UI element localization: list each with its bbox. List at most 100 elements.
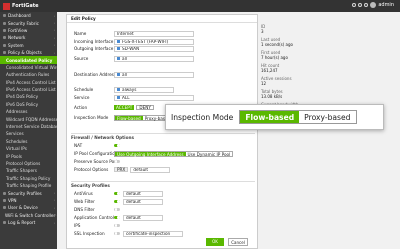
callout-label: Inspection Mode <box>171 112 234 122</box>
sidebar-item[interactable]: Internet Service Database <box>0 123 57 130</box>
dynamic-pool-option[interactable]: Use Dynamic IP Pool <box>186 152 233 157</box>
profile-row: Web Filter default <box>74 198 254 205</box>
source-select[interactable]: all <box>114 55 194 62</box>
sidebar-item[interactable]: IPv4 DoS Policy <box>0 93 57 100</box>
service-select[interactable]: ALL <box>114 94 194 101</box>
ip-pool-toggle[interactable]: Use Outgoing Interface Address Use Dynam… <box>114 150 234 157</box>
outgoing-label: Outgoing Interface <box>74 46 114 51</box>
sidebar-item[interactable]: Dashboard › <box>0 12 57 19</box>
ok-button[interactable]: OK <box>206 238 224 246</box>
sidebar-item[interactable]: FortiView › <box>0 27 57 34</box>
sidebar-item[interactable]: Authentication Rules <box>0 71 57 78</box>
sidebar-item[interactable]: System › <box>0 42 57 49</box>
protocol-options-select[interactable]: default <box>130 166 171 173</box>
sidebar-item[interactable]: IPv4 Access Control List <box>0 79 57 86</box>
sidebar-item[interactable]: Traffic Shaping Policy <box>0 175 57 182</box>
callout-inspection-toggle[interactable]: Flow-based Proxy-based <box>239 110 357 124</box>
sidebar-item[interactable]: Security Profiles › <box>0 189 57 196</box>
address-icon <box>117 73 120 76</box>
profile-toggle[interactable] <box>114 231 120 236</box>
sidebar-item-label: Authentication Rules <box>6 72 50 78</box>
sidebar-item[interactable]: VPN › <box>0 197 57 204</box>
info-item: ID 3 <box>261 24 341 34</box>
sidebar-item[interactable]: Consolidated Policy <box>0 56 57 64</box>
sidebar-item[interactable]: Services <box>0 130 57 137</box>
chevron-right-icon: › <box>53 205 55 210</box>
chevron-right-icon: › <box>53 13 55 18</box>
profile-toggle[interactable] <box>114 199 120 204</box>
sidebar-item[interactable]: IPv6 DoS Policy <box>0 101 57 108</box>
brand[interactable]: FortiGate <box>0 2 70 10</box>
avatar[interactable] <box>370 2 377 8</box>
flow-based-option[interactable]: Flow-based <box>115 115 143 121</box>
sidebar-item[interactable]: Security Fabric › <box>0 19 57 26</box>
service-value: ALL <box>122 95 130 100</box>
profile-value: default <box>126 215 141 220</box>
info-item: Hit count 161,247 <box>261 63 341 73</box>
profile-select[interactable]: default <box>123 198 163 205</box>
sidebar-item[interactable]: Protocol Options <box>0 160 57 167</box>
profile-row: SSL Inspection certificate-inspection <box>74 230 254 237</box>
inspection-mode-callout: Inspection Mode Flow-based Proxy-based <box>165 104 384 130</box>
profile-toggle[interactable] <box>114 215 120 220</box>
sidebar-item[interactable]: IP Pools <box>0 152 57 159</box>
sidebar-item[interactable]: Wildcard FQDN Addresses <box>0 115 57 122</box>
outgoing-value: SD-WAN <box>122 46 140 51</box>
sidebar-item-label: Virtual IPs <box>6 146 27 152</box>
profile-select[interactable]: default <box>123 214 163 221</box>
nat-toggle[interactable] <box>114 143 120 148</box>
profile-toggle[interactable] <box>114 223 120 228</box>
profile-toggle[interactable] <box>114 207 120 212</box>
user-name[interactable]: admin <box>378 2 394 8</box>
callout-proxy-based-option[interactable]: Proxy-based <box>299 111 355 123</box>
deny-button[interactable]: DENY <box>136 105 154 110</box>
outgoing-row: Outgoing Interface SD-WAN <box>74 45 254 52</box>
bell-icon[interactable] <box>364 3 369 7</box>
sidebar-item[interactable]: WiFi & Switch Controller › <box>0 212 57 219</box>
name-row: Name Internet <box>74 30 254 37</box>
sidebar-item[interactable]: Consolidated Virtual Wire Pair Policy <box>0 64 57 71</box>
preserve-port-toggle[interactable] <box>114 159 120 164</box>
schedule-value: always <box>122 87 137 92</box>
profile-select[interactable]: certificate-inspection <box>123 230 183 237</box>
terminal-icon[interactable] <box>352 3 357 7</box>
profile-label: DNS Filter <box>74 207 95 212</box>
sidebar-item[interactable]: Traffic Shaping Profile <box>0 182 57 189</box>
profile-label: Web Filter <box>74 199 95 204</box>
sidebar-item[interactable]: Network › <box>0 34 57 41</box>
sidebar-item[interactable]: Traffic Shapers <box>0 167 57 174</box>
chevron-right-icon: › <box>53 43 55 48</box>
profile-label: IPS <box>74 223 81 228</box>
user-menu[interactable]: admin <box>352 2 394 8</box>
firewall-options-section: Firewall / Network Options <box>71 133 255 140</box>
sidebar-item-label: Network <box>8 35 26 41</box>
security-profiles-section: Security Profiles <box>71 181 255 188</box>
help-icon[interactable] <box>358 3 363 7</box>
outgoing-interface-select[interactable]: SD-WAN <box>114 45 194 52</box>
sidebar-item[interactable]: User & Device › <box>0 204 57 211</box>
outgoing-address-option[interactable]: Use Outgoing Interface Address <box>115 151 186 157</box>
callout-flow-based-option[interactable]: Flow-based <box>240 111 300 123</box>
cancel-button[interactable]: Cancel <box>228 238 248 246</box>
inspection-mode-label: Inspection Mode <box>74 115 109 120</box>
name-field[interactable]: Internet <box>114 30 194 37</box>
action-label: Action <box>74 105 88 110</box>
protocol-prefix-chip: PRX <box>114 167 129 172</box>
sidebar-item[interactable]: Policy & Objects › <box>0 49 57 56</box>
incoming-interface-select[interactable]: FGS-X-TEST (FAP-WIFI) <box>114 38 194 45</box>
sidebar-item[interactable]: Schedules <box>0 138 57 145</box>
sidebar-item-label: Log & Report <box>8 220 36 226</box>
sidebar-item-label: IPv4 Access Control List <box>6 79 56 85</box>
sidebar-item[interactable]: IPv6 Access Control List <box>0 86 57 93</box>
sidebar-item[interactable]: Virtual IPs <box>0 145 57 152</box>
sidebar-item[interactable]: Addresses <box>0 108 57 115</box>
brand-name: FortiGate <box>12 3 39 9</box>
source-value: all <box>122 56 127 61</box>
sidebar-item[interactable]: Log & Report › <box>0 219 57 226</box>
profile-toggle[interactable] <box>114 191 120 196</box>
destination-select[interactable]: all <box>114 71 194 78</box>
schedule-select[interactable]: always <box>114 86 174 93</box>
accept-button[interactable]: ACCEPT <box>114 105 135 110</box>
chevron-right-icon: › <box>53 191 55 196</box>
profile-select[interactable]: default <box>123 190 163 197</box>
